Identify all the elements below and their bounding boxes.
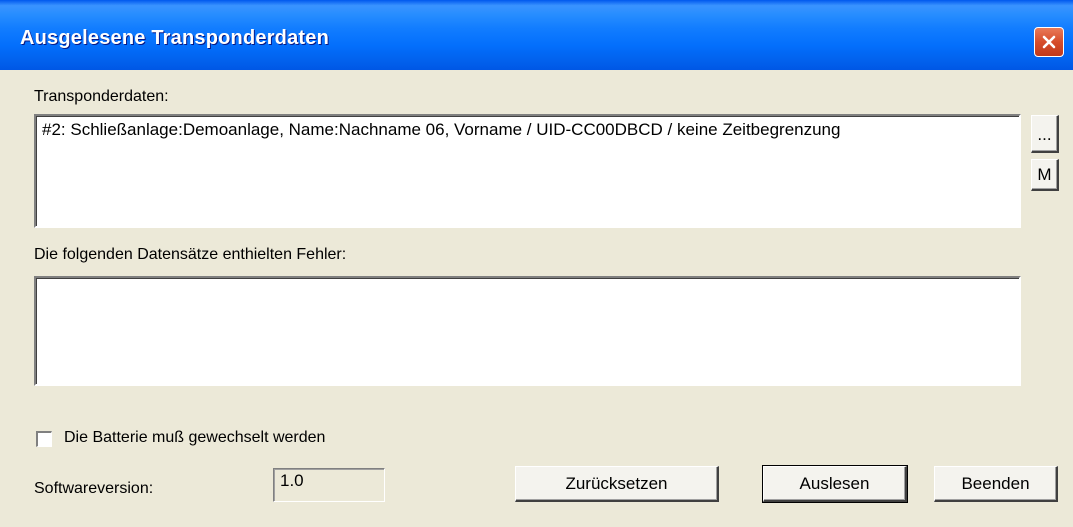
software-version-value: 1.0 — [280, 471, 304, 490]
read-button[interactable]: Auslesen — [762, 465, 908, 503]
errors-textarea[interactable] — [34, 276, 1021, 386]
errors-label: Die folgenden Datensätze enthielten Fehl… — [34, 246, 347, 263]
m-button[interactable]: M — [1031, 159, 1059, 191]
battery-checkbox[interactable] — [36, 431, 52, 447]
transponder-label: Transponderdaten: — [34, 88, 169, 105]
dialog-window: Ausgelesene Transponderdaten Transponder… — [0, 0, 1073, 527]
close-button[interactable] — [1034, 27, 1064, 57]
reset-button[interactable]: Zurücksetzen — [515, 466, 719, 502]
close-icon — [1042, 35, 1056, 49]
window-title: Ausgelesene Transponderdaten — [20, 27, 330, 49]
browse-button[interactable]: ... — [1031, 115, 1059, 153]
software-version-label: Softwareversion: — [34, 480, 154, 497]
software-version-field: 1.0 — [273, 468, 385, 502]
battery-label[interactable]: Die Batterie muß gewechselt werden — [64, 429, 325, 447]
dialog-body: Transponderdaten: #2: Schließanlage:Demo… — [0, 70, 1073, 527]
title-bar[interactable]: Ausgelesene Transponderdaten — [0, 0, 1073, 70]
transponder-data-text: #2: Schließanlage:Demoanlage, Name:Nachn… — [42, 120, 841, 139]
quit-button[interactable]: Beenden — [934, 466, 1058, 502]
transponder-data-textarea[interactable]: #2: Schließanlage:Demoanlage, Name:Nachn… — [34, 114, 1021, 228]
